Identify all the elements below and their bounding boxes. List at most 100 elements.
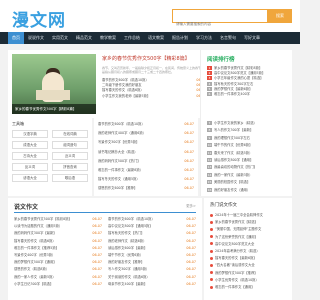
rank-item[interactable]: 6 难忘的一件事作文400字 bbox=[207, 92, 289, 97]
rank-item[interactable]: 8 写人的作文300字【最新】 bbox=[207, 127, 289, 134]
tool-link[interactable]: 歇后语 bbox=[52, 174, 88, 182]
tool-link[interactable]: 反义词 bbox=[12, 163, 48, 171]
hot-item[interactable]: “四大名著”读后感作文大全 bbox=[210, 262, 290, 269]
list-item[interactable]: 我的妈妈作文300字【最新】 06-07 bbox=[14, 230, 102, 237]
rank-item[interactable]: 15 美丽的校园作文【精选】 bbox=[207, 179, 289, 186]
bullet-icon bbox=[210, 213, 213, 217]
tool-link[interactable]: 成语大全 bbox=[12, 141, 48, 149]
list-item[interactable]: 描写秋天的作文【热门】 06-07 bbox=[108, 230, 196, 237]
bullet-icon bbox=[210, 220, 213, 224]
hot-item[interactable]: “美丽中国，无限延伸”主题作文 bbox=[210, 226, 290, 233]
rank-item[interactable]: 13 我最喜欢的动物作文【热门】 bbox=[207, 164, 289, 171]
bullet-icon bbox=[210, 285, 213, 289]
hot-essays-panel: 热门说文作文 2024年十一届三中全会精神作文 家乡的春节优秀作文【精选】 “美… bbox=[204, 198, 292, 300]
tool-link[interactable]: 组词造句 bbox=[52, 141, 88, 149]
list-item[interactable]: 我的妈妈作文500字【热门】 06-07 bbox=[94, 157, 198, 166]
list-item[interactable]: 我的老师作文（精选6篇） 06-07 bbox=[108, 238, 196, 245]
nav-item[interactable]: 工作总结 bbox=[120, 32, 144, 44]
list-item[interactable]: 写人作文300字（通用5篇） 06-07 bbox=[108, 266, 196, 273]
bullet-icon bbox=[210, 263, 213, 267]
list-item[interactable]: 我的梦想作文500字【通用】 06-07 bbox=[14, 259, 102, 266]
list-item[interactable]: 以读书为话题的作文（通用5篇） 06-07 bbox=[14, 223, 102, 230]
list-item[interactable]: 母亲节作文400字【最新】 06-07 bbox=[108, 281, 196, 288]
nav-item[interactable]: 学习方法 bbox=[192, 32, 216, 44]
list-item[interactable]: 写景作文300字【优秀5篇】 06-07 bbox=[94, 138, 198, 147]
nav-item[interactable]: 报告计划 bbox=[168, 32, 192, 44]
site-logo[interactable]: 漫文网 bbox=[12, 6, 66, 31]
featured-list: 春节的作文600字（精选10篇）06-07 二年级下册作文我的好朋友06-07 … bbox=[102, 78, 206, 99]
hot-item[interactable]: 2024年高考满分作文（精选） bbox=[210, 248, 290, 255]
bullet-icon bbox=[210, 227, 213, 231]
tool-link[interactable]: 古诗大全 bbox=[12, 152, 48, 160]
bullet-icon bbox=[210, 278, 213, 282]
hot-item[interactable]: 高中议论文800字范文大全 bbox=[210, 241, 290, 248]
toolbox-title: 工具箱 bbox=[12, 121, 24, 126]
nav-item-home[interactable]: 首页 bbox=[8, 32, 24, 44]
hot-item[interactable]: 家乡的春节优秀作文【精选】 bbox=[210, 219, 290, 226]
nav-item[interactable]: 说说作文 bbox=[24, 32, 48, 44]
rank-list: 7 小学生作文我的家乡（精选） 8 写人的作文300字【最新】 9 我的理想作文500… bbox=[207, 120, 289, 194]
list-item[interactable]: 我的老师作文400字（通用6篇） 06-07 bbox=[94, 129, 198, 138]
hot-item[interactable]: 小学生优秀作文（精选10篇） bbox=[210, 277, 290, 284]
tool-link[interactable]: 近义词 bbox=[52, 152, 88, 160]
list-item[interactable]: 小学生日记300字【精选】 06-07 bbox=[14, 281, 102, 288]
list-item[interactable]: 端午节作文（优秀6篇） 06-07 bbox=[108, 252, 196, 259]
hot-item[interactable]: 为了这份荣誉的作文【通用】 bbox=[210, 234, 290, 241]
list-item[interactable]: 读后感作文600字【最新】 06-07 bbox=[108, 245, 196, 252]
site-header: 漫文网 搜索 bbox=[0, 0, 300, 32]
rank-item[interactable]: 10 端午节的作文【优秀6篇】 bbox=[207, 142, 289, 149]
tool-link[interactable]: 汉语字典 bbox=[12, 130, 48, 138]
list-item[interactable]: 春节的作文600字（精选10篇）06-07 bbox=[94, 120, 198, 129]
nav-item[interactable]: 教学教案 bbox=[96, 32, 120, 44]
list-item[interactable]: 春节的作文600字（精选10篇）06-07 bbox=[108, 216, 196, 223]
list-item[interactable]: 我的一家人作文（最新5篇） 06-07 bbox=[14, 274, 102, 281]
featured-title[interactable]: 家乡的春节优秀作文500字【精彩8篇】 bbox=[102, 56, 202, 63]
rank-item[interactable]: 16 我的好朋友作文（通用） bbox=[207, 187, 289, 194]
hot-item[interactable]: 2024年十一届三中全会精神作文 bbox=[210, 212, 290, 219]
list-item[interactable]: 我的好朋友作文【推荐】 06-07 bbox=[108, 259, 196, 266]
more-link[interactable]: 更多> bbox=[186, 204, 196, 209]
hot-item[interactable]: 我的梦想作文500字【推荐】 bbox=[210, 270, 290, 277]
search-input[interactable] bbox=[173, 18, 267, 30]
side-list: 2024年十一届三中全会精神作文 家乡的春节优秀作文【精选】 “美丽中国，无限延… bbox=[210, 212, 290, 291]
bullet-icon bbox=[210, 256, 213, 260]
tool-link[interactable]: 谚语大全 bbox=[12, 174, 48, 182]
main-nav: 首页 说说作文 实用范文 精品范文 教学教案 工作总结 语文教案 报告计划 学习… bbox=[0, 32, 300, 44]
section-title: 说文作文 bbox=[14, 204, 39, 211]
list-item[interactable]: 读书笔记摘抄大全（精选） 06-07 bbox=[94, 148, 198, 157]
hot-item[interactable]: 难忘的一件事作文【通用】 bbox=[210, 284, 290, 291]
list-item[interactable]: 感恩的作文600字【推荐】 06-07 bbox=[94, 184, 198, 193]
section-divider bbox=[14, 212, 196, 213]
nav-item[interactable]: 名言警句 bbox=[216, 32, 240, 44]
tool-link[interactable]: 拼音查询 bbox=[52, 163, 88, 171]
rank-item[interactable]: 11 春天来了作文（精选5篇） bbox=[207, 150, 289, 157]
rank-item[interactable]: 7 小学生作文我的家乡（精选） bbox=[207, 120, 289, 127]
tool-link[interactable]: 在线词典 bbox=[52, 130, 88, 138]
list-item[interactable]: 描写冬天的作文（通用5篇） 06-07 bbox=[94, 175, 198, 184]
featured-image[interactable]: 家乡的春节优秀作文500字【精彩8篇】 bbox=[12, 54, 96, 114]
nav-item[interactable]: 语文教案 bbox=[144, 32, 168, 44]
rank-item[interactable]: 9 我的理想作文500字左右 bbox=[207, 135, 289, 142]
search-button[interactable]: 搜索 bbox=[268, 9, 292, 23]
list-item[interactable]: 难忘的一件事作文【推荐5篇】 06-07 bbox=[14, 245, 102, 252]
section-columns: 家乡的春节优秀作文500字【精彩8篇】 06-07 以读书为话题的作文（通用5篇）… bbox=[14, 216, 196, 288]
search-box[interactable] bbox=[172, 9, 268, 30]
rank-title: 阅读排行榜 bbox=[207, 57, 235, 63]
list-item[interactable]: 家乡的春节优秀作文500字【精彩8篇】 06-07 bbox=[14, 216, 102, 223]
list-item[interactable]: 关于阅读的作文（精选6篇） 06-07 bbox=[108, 274, 196, 281]
nav-item[interactable]: 实用范文 bbox=[48, 32, 72, 44]
list-item[interactable]: 感恩的作文（精选8篇） 06-07 bbox=[14, 266, 102, 273]
illustration-book bbox=[36, 90, 70, 100]
hot-item[interactable]: 描写春天的作文【最新6篇】 bbox=[210, 255, 290, 262]
article-list-inner: 春节的作文600字（精选10篇） 06-07 我的老师作文400字（通用6篇） 06… bbox=[94, 120, 198, 194]
nav-item[interactable]: 写好文章 bbox=[240, 32, 264, 44]
list-item[interactable]: 高中议论文800字【通用5篇】 06-07 bbox=[108, 223, 196, 230]
rank-item[interactable]: 14 我的一家作文（最新3篇） bbox=[207, 172, 289, 179]
list-item[interactable]: 写景作文400字（优秀3篇） 06-07 bbox=[14, 252, 102, 259]
nav-item[interactable]: 精品范文 bbox=[72, 32, 96, 44]
list-item[interactable]: 描写春天的作文（精选6篇）06-07 bbox=[14, 238, 102, 245]
rank-item[interactable]: 12 读后感作文800字【通用】 bbox=[207, 157, 289, 164]
list-item[interactable]: 小学生作文我的老师【最新5篇】06-07 bbox=[102, 94, 206, 99]
bullet-icon bbox=[210, 242, 213, 246]
list-item[interactable]: 难忘的一件事作文（最新8篇） 06-07 bbox=[94, 166, 198, 175]
